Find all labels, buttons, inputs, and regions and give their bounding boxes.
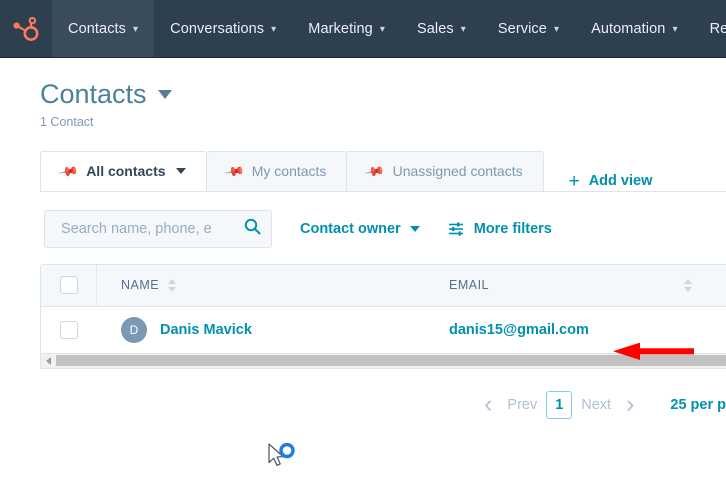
chevron-down-icon: ▾	[460, 23, 466, 35]
nav-item-label: Service	[497, 20, 547, 37]
add-view-label: Add view	[588, 173, 653, 190]
tab-all-contacts[interactable]: 📌 All contacts	[40, 150, 207, 191]
more-filters-button[interactable]: More filters	[448, 221, 552, 237]
chevron-down-icon: ▾	[271, 23, 277, 35]
row-checkbox[interactable]	[60, 320, 78, 339]
pagination-prev-chevron-icon[interactable]: ‹	[478, 392, 498, 417]
nav-item-label: Sales	[416, 20, 454, 37]
contact-email-link[interactable]: danis15@gmail.com	[449, 322, 589, 338]
nav-item-label: Conversations	[170, 20, 265, 37]
plus-icon: +	[568, 170, 580, 192]
pagination-page-1[interactable]: 1	[546, 390, 573, 419]
select-all-checkbox[interactable]	[59, 276, 78, 295]
tab-label: All contacts	[86, 163, 166, 180]
chevron-down-icon: ▾	[133, 23, 139, 35]
nav-item-contacts[interactable]: Contacts ▾	[52, 0, 155, 57]
column-header-email[interactable]: EMAIL	[427, 278, 726, 292]
record-count: 1 Contact	[40, 114, 94, 129]
nav-item-label: Contacts	[68, 20, 127, 37]
table-row[interactable]: D Danis Mavick danis15@gmail.com	[41, 306, 726, 353]
sort-icon[interactable]	[684, 278, 692, 292]
cell-name: D Danis Mavick	[97, 316, 427, 343]
pagination: ‹ Prev 1 Next › 25 per p	[40, 369, 726, 419]
more-filters-label: More filters	[473, 220, 552, 237]
avatar: D	[121, 316, 147, 343]
tab-label: My contacts	[251, 163, 327, 180]
column-label: NAME	[121, 278, 160, 293]
search-input[interactable]	[59, 219, 240, 238]
scrollbar-thumb[interactable]	[56, 355, 726, 367]
contact-owner-filter[interactable]: Contact owner	[300, 221, 420, 237]
pagination-next-chevron-icon[interactable]: ›	[620, 392, 640, 417]
add-view-button[interactable]: + Add view	[569, 172, 653, 191]
pin-icon: 📌	[223, 160, 246, 182]
contacts-table: NAME EMAIL D Danis Mavick danis15@gmail.…	[40, 263, 726, 354]
mouse-cursor-busy	[268, 443, 295, 467]
page-title: Contacts	[40, 79, 147, 109]
pin-icon: 📌	[58, 160, 80, 182]
page-header: Contacts 1 Contact	[0, 58, 726, 129]
search-icon[interactable]	[244, 218, 261, 240]
chevron-down-icon[interactable]	[157, 90, 172, 100]
nav-item-automation[interactable]: Automation ▾	[575, 0, 693, 57]
tab-my-contacts[interactable]: 📌 My contacts	[205, 150, 348, 191]
table-header-row: NAME EMAIL	[41, 264, 726, 307]
nav-item-reports[interactable]: Reports ▾	[694, 0, 726, 57]
filter-toolbar: Contact owner More filters	[40, 192, 726, 264]
nav-item-conversations[interactable]: Conversations ▾	[154, 0, 292, 57]
column-label: EMAIL	[449, 278, 490, 293]
hubspot-logo-button[interactable]	[0, 0, 52, 57]
loading-spinner-icon	[279, 443, 295, 459]
contact-name-link[interactable]: Danis Mavick	[160, 322, 252, 338]
hubspot-sprocket-logo	[13, 16, 39, 41]
chevron-down-icon[interactable]	[175, 168, 186, 175]
select-all-cell[interactable]	[41, 264, 97, 306]
pin-icon: 📌	[364, 160, 387, 182]
view-tabs: 📌 All contacts 📌 My contacts 📌 Unassigne…	[0, 150, 726, 191]
chevron-down-icon	[409, 225, 420, 232]
scroll-left-button[interactable]	[41, 353, 56, 368]
nav-item-sales[interactable]: Sales ▾	[401, 0, 482, 57]
nav-item-label: Automation	[591, 20, 666, 37]
pagination-prev-button[interactable]: Prev	[498, 397, 546, 413]
per-page-selector[interactable]: 25 per p	[670, 397, 726, 413]
chevron-down-icon: ▾	[553, 23, 560, 35]
sliders-icon	[448, 222, 465, 236]
top-navigation-bar: Contacts ▾ Conversations ▾ Marketing ▾ S…	[0, 0, 726, 58]
nav-item-service[interactable]: Service ▾	[482, 0, 575, 57]
pagination-next-button[interactable]: Next	[572, 397, 620, 413]
nav-item-label: Marketing	[308, 20, 373, 37]
tab-label: Unassigned contacts	[392, 163, 523, 180]
row-select-cell[interactable]	[41, 307, 97, 353]
page-title-row[interactable]: Contacts	[40, 79, 726, 110]
search-box[interactable]	[44, 209, 272, 248]
sort-icon[interactable]	[168, 278, 177, 292]
chevron-down-icon: ▾	[379, 23, 385, 35]
tab-unassigned-contacts[interactable]: 📌 Unassigned contacts	[346, 150, 544, 191]
column-header-name[interactable]: NAME	[97, 278, 427, 292]
horizontal-scrollbar[interactable]	[40, 353, 726, 369]
contact-owner-label: Contact owner	[300, 220, 401, 237]
contacts-panel: Contact owner More filters	[40, 190, 726, 419]
cell-email: danis15@gmail.com	[427, 322, 726, 338]
chevron-down-icon: ▾	[672, 23, 678, 35]
nav-item-label: Reports	[709, 20, 726, 37]
nav-item-marketing[interactable]: Marketing ▾	[292, 0, 401, 57]
